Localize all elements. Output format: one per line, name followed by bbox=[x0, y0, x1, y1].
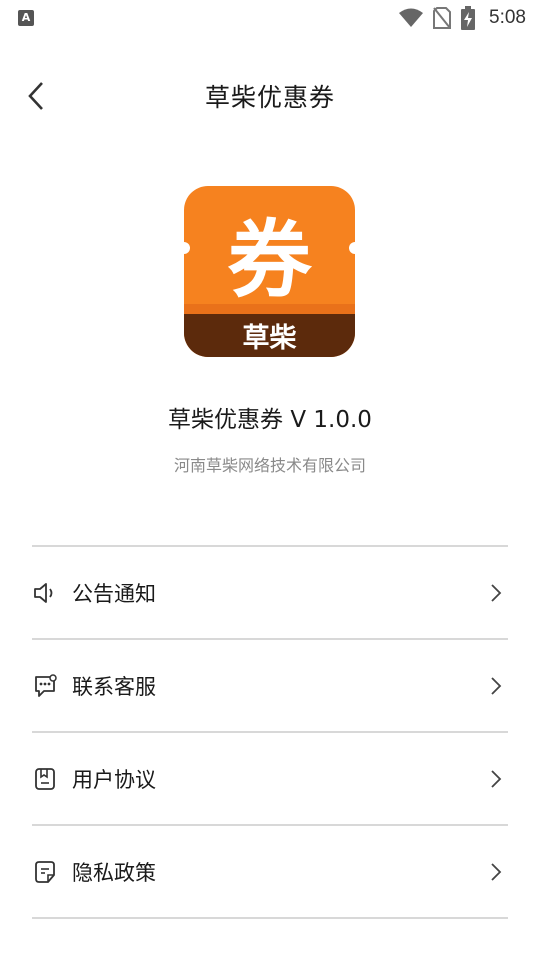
logo-caption: 草柴 bbox=[243, 323, 298, 354]
divider bbox=[32, 917, 508, 919]
back-button[interactable] bbox=[18, 78, 54, 114]
app-logo: 券 草柴 bbox=[184, 186, 355, 357]
speaker-icon bbox=[32, 580, 58, 606]
menu-item-customer-service[interactable]: 联系客服 bbox=[32, 640, 508, 731]
menu-item-privacy-policy[interactable]: 隐私政策 bbox=[32, 826, 508, 917]
chevron-right-icon bbox=[490, 583, 502, 603]
menu-item-label: 隐私政策 bbox=[72, 860, 156, 885]
status-time: 5:08 bbox=[489, 7, 526, 28]
menu-item-label: 联系客服 bbox=[72, 674, 156, 699]
menu-item-announcements[interactable]: 公告通知 bbox=[32, 547, 508, 638]
document-icon bbox=[32, 766, 58, 792]
company-name: 河南草柴网络技术有限公司 bbox=[173, 456, 366, 475]
chevron-right-icon bbox=[490, 862, 502, 882]
menu-item-label: 公告通知 bbox=[72, 581, 156, 606]
menu-item-user-agreement[interactable]: 用户协议 bbox=[32, 733, 508, 824]
privacy-doc-icon bbox=[32, 859, 58, 885]
status-bar: A 5:08 bbox=[0, 0, 540, 36]
chevron-right-icon bbox=[490, 676, 502, 696]
accessibility-badge-icon: A bbox=[18, 10, 34, 26]
app-name-version: 草柴优惠券 V 1.0.0 bbox=[168, 407, 372, 433]
settings-menu: 公告通知 联系客服 用户协议 隐私政策 bbox=[32, 545, 508, 919]
logo-glyph: 券 bbox=[227, 211, 312, 309]
wifi-icon bbox=[399, 8, 424, 28]
chat-bubble-icon bbox=[32, 673, 58, 699]
page-title: 草柴优惠券 bbox=[204, 83, 335, 112]
top-nav-bar: 草柴优惠券 bbox=[0, 60, 540, 132]
chevron-right-icon bbox=[490, 769, 502, 789]
menu-item-label: 用户协议 bbox=[72, 767, 156, 792]
chevron-left-icon bbox=[28, 82, 43, 110]
no-sim-icon bbox=[433, 7, 452, 29]
battery-charging-icon bbox=[461, 6, 476, 30]
